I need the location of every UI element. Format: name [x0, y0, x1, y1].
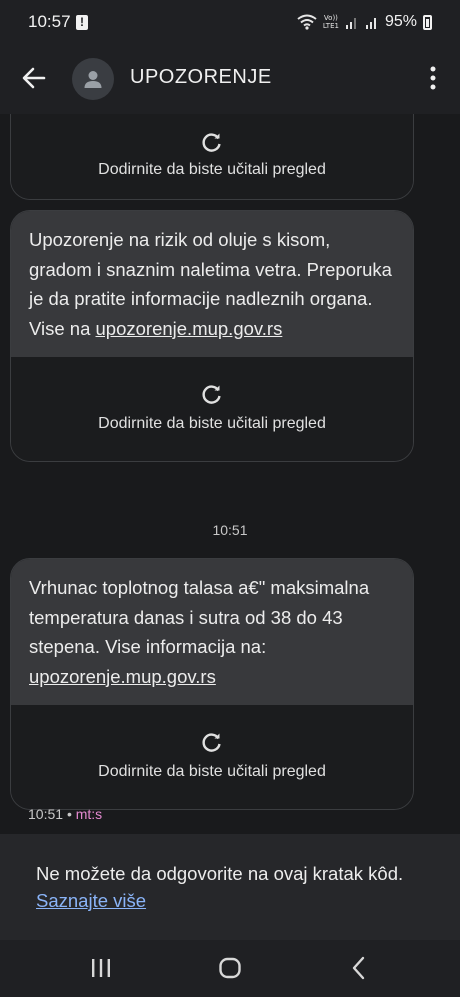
- message-time: 10:51: [28, 806, 64, 822]
- message-bubble[interactable]: Dodirnite da biste učitali pregled: [10, 114, 414, 200]
- message-list[interactable]: Dodirnite da biste učitali pregled Upozo…: [0, 114, 460, 834]
- more-vert-icon[interactable]: [426, 64, 440, 92]
- app-bar: UPOZORENJE: [0, 44, 460, 114]
- message-bubble[interactable]: Upozorenje na rizik od oluje s kisom, gr…: [10, 210, 414, 462]
- volte-indicator: Vo)) LTE1: [323, 14, 339, 30]
- arrow-left-icon[interactable]: [18, 62, 50, 94]
- message-bubble[interactable]: Vrhunac toplotnog talasa a€" maksimalna …: [10, 558, 414, 810]
- message-link[interactable]: upozorenje.mup.gov.rs: [29, 666, 216, 687]
- reload-icon: [202, 133, 221, 152]
- lte-label: LTE1: [322, 22, 339, 30]
- link-preview[interactable]: Dodirnite da biste učitali pregled: [11, 114, 413, 199]
- avatar[interactable]: [72, 58, 114, 100]
- message-link[interactable]: upozorenje.mup.gov.rs: [96, 318, 283, 339]
- status-bar: 10:57 ! Vo)) LTE1 95%: [0, 0, 460, 44]
- alert-icon: !: [76, 15, 88, 30]
- home-icon[interactable]: [217, 955, 243, 981]
- status-icons: Vo)) LTE1 95%: [297, 11, 432, 33]
- sim-label: mt:s: [75, 806, 103, 822]
- recent-apps-icon[interactable]: [88, 955, 114, 981]
- learn-more-link[interactable]: Saznajte više: [36, 887, 146, 914]
- meta-separator: •: [66, 806, 72, 822]
- conversation-title: UPOZORENJE: [130, 66, 272, 88]
- person-icon: [84, 71, 102, 88]
- message-meta: 10:51 • mt:s: [28, 806, 102, 822]
- link-preview[interactable]: Dodirnite da biste učitali pregled: [11, 357, 413, 461]
- status-time: 10:57: [28, 12, 71, 31]
- preview-label: Dodirnite da biste učitali pregled: [98, 415, 326, 432]
- message-text-block: Upozorenje na rizik od oluje s kisom, gr…: [11, 211, 413, 357]
- preview-label: Dodirnite da biste učitali pregled: [98, 763, 326, 780]
- reload-icon: [202, 733, 221, 752]
- wifi-icon: [297, 14, 317, 30]
- timestamp-divider: 10:51: [212, 522, 248, 538]
- battery-percent: 95%: [384, 13, 417, 30]
- signal-icon: [345, 18, 356, 29]
- system-nav-bar: [0, 940, 460, 997]
- volte-label: Vo)): [323, 14, 338, 22]
- reload-icon: [202, 385, 221, 404]
- battery-icon: [423, 14, 432, 30]
- back-nav-icon[interactable]: [346, 955, 372, 981]
- link-preview[interactable]: Dodirnite da biste učitali pregled: [11, 705, 413, 809]
- preview-label: Dodirnite da biste učitali pregled: [98, 161, 326, 178]
- signal-icon-2: [365, 18, 376, 29]
- notice-text: Ne možete da odgovorite na ovaj kratak k…: [36, 863, 404, 884]
- reply-disabled-notice: Ne možete da odgovorite na ovaj kratak k…: [0, 834, 460, 940]
- message-text-block: Vrhunac toplotnog talasa a€" maksimalna …: [11, 559, 413, 705]
- message-text: Vrhunac toplotnog talasa a€" maksimalna …: [29, 577, 370, 657]
